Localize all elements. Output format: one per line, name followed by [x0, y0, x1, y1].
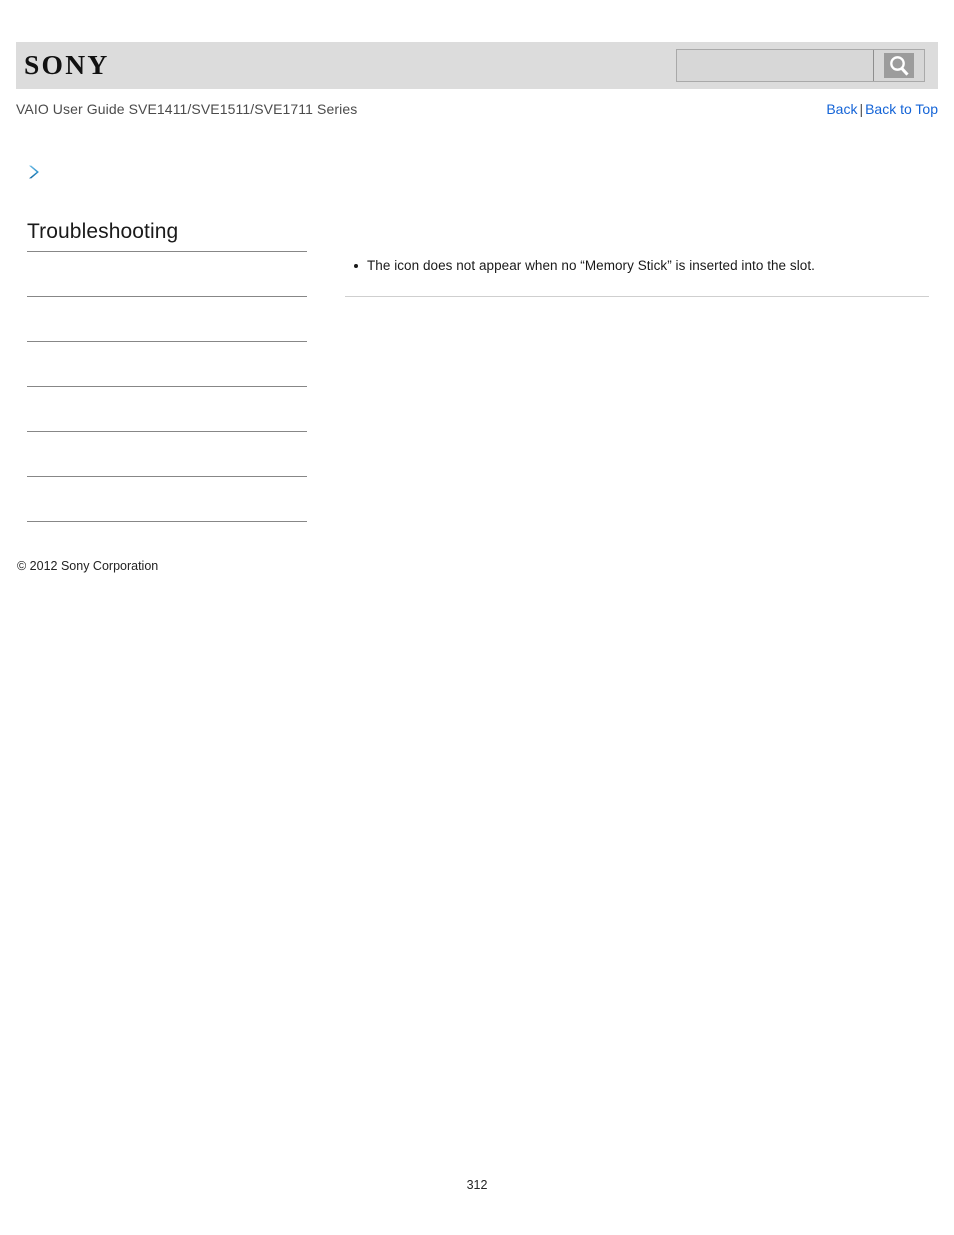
nav-separator: |	[859, 101, 864, 117]
chevron-right-icon[interactable]	[25, 163, 43, 181]
back-to-top-link[interactable]: Back to Top	[865, 101, 938, 117]
toc-item[interactable]	[27, 432, 307, 477]
copyright-notice: © 2012 Sony Corporation	[17, 559, 159, 573]
toc-item[interactable]	[27, 252, 307, 297]
search-input[interactable]	[677, 50, 873, 81]
toc-title: Troubleshooting	[27, 220, 179, 243]
toc-item[interactable]	[27, 297, 307, 342]
search-button[interactable]	[873, 50, 924, 81]
toc-item[interactable]	[27, 387, 307, 432]
note-list: The icon does not appear when no “Memory…	[345, 256, 929, 276]
list-item: The icon does not appear when no “Memory…	[354, 256, 929, 276]
toc-item[interactable]	[27, 477, 307, 522]
search-container	[676, 49, 925, 82]
back-link[interactable]: Back	[826, 101, 857, 117]
table-of-contents: Troubleshooting	[27, 219, 307, 522]
page-title: VAIO User Guide SVE1411/SVE1511/SVE1711 …	[16, 101, 358, 117]
toc-item[interactable]	[27, 342, 307, 387]
sony-logo[interactable]: SONY	[24, 48, 110, 82]
header-nav-links: Back | Back to Top	[826, 101, 938, 117]
search-icon	[884, 53, 914, 78]
main-content: The icon does not appear when no “Memory…	[345, 256, 929, 276]
content-divider	[345, 296, 929, 297]
header-bar: SONY	[16, 42, 938, 89]
page-number: 312	[466, 1178, 488, 1192]
